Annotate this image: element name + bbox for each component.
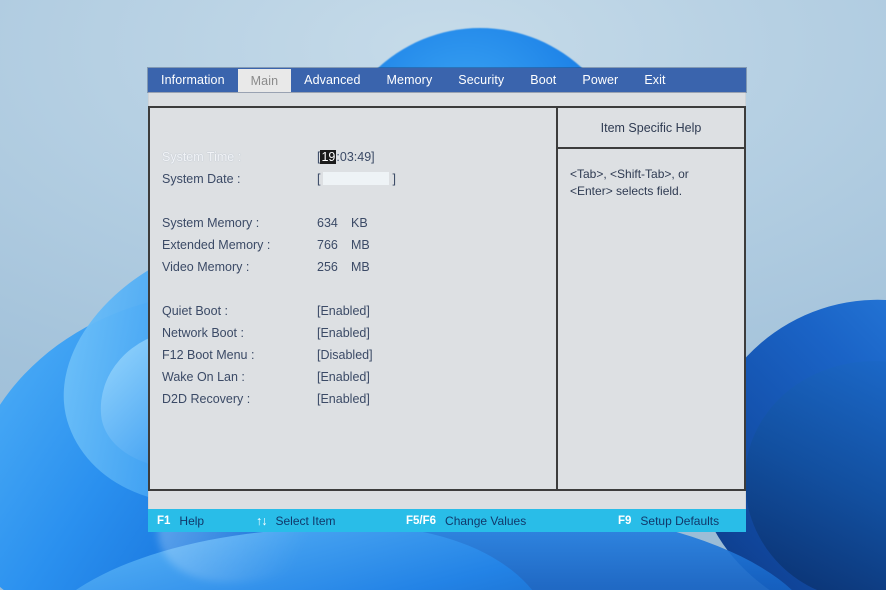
fkey-change-values-desc: Change Values [445, 513, 527, 528]
bios-menu-bar: Information Main Advanced Memory Securit… [148, 68, 746, 92]
row-f12-boot-menu-value[interactable]: [Disabled] [317, 348, 373, 362]
video-memory-unit: MB [351, 260, 370, 274]
row-d2d-recovery-value[interactable]: [Enabled] [317, 392, 370, 406]
row-system-memory-label: System Memory : [162, 216, 260, 230]
fkey-help-desc: Help [179, 513, 205, 528]
row-network-boot[interactable]: Network Boot : [Enabled] [150, 322, 556, 344]
tab-memory[interactable]: Memory [374, 68, 446, 92]
date-open-bracket: [ [317, 172, 321, 186]
wallpaper-ribbon-right-inner [733, 348, 886, 590]
fkey-change-values-key: F5/F6 [406, 514, 437, 527]
fkey-select-item[interactable]: ↑↓ Select Item [256, 509, 336, 532]
system-memory-number: 634 [317, 216, 338, 230]
tab-boot[interactable]: Boot [517, 68, 569, 92]
help-panel-body: <Tab>, <Shift-Tab>, or <Enter> selects f… [558, 149, 744, 200]
row-extended-memory-label: Extended Memory : [162, 238, 271, 252]
row-video-memory-value: 256 MB [317, 260, 370, 274]
row-f12-boot-menu[interactable]: F12 Boot Menu : [Disabled] [150, 344, 556, 366]
bios-setup-window: Information Main Advanced Memory Securit… [148, 68, 746, 532]
extended-memory-number: 766 [317, 238, 338, 252]
row-spacer-2 [150, 278, 556, 300]
help-line-1: <Tab>, <Shift-Tab>, or [570, 167, 689, 181]
row-quiet-boot[interactable]: Quiet Boot : [Enabled] [150, 300, 556, 322]
row-system-memory: System Memory : 634 KB [150, 212, 556, 234]
item-specific-help-panel: Item Specific Help <Tab>, <Shift-Tab>, o… [558, 108, 744, 489]
row-system-memory-value: 634 KB [317, 216, 368, 230]
row-video-memory: Video Memory : 256 MB [150, 256, 556, 278]
row-f12-boot-menu-label: F12 Boot Menu : [162, 348, 255, 362]
fkey-setup-defaults[interactable]: F9 Setup Defaults [618, 509, 719, 532]
tab-security[interactable]: Security [445, 68, 517, 92]
system-memory-unit: KB [351, 216, 368, 230]
extended-memory-unit: MB [351, 238, 370, 252]
row-system-date-value[interactable]: [] [317, 172, 396, 186]
row-wake-on-lan-value[interactable]: [Enabled] [317, 370, 370, 384]
row-wake-on-lan[interactable]: Wake On Lan : [Enabled] [150, 366, 556, 388]
help-panel-title: Item Specific Help [558, 108, 744, 149]
row-extended-memory-value: 766 MB [317, 238, 370, 252]
menu-bar-underspace [148, 92, 746, 106]
tab-power[interactable]: Power [569, 68, 631, 92]
row-network-boot-label: Network Boot : [162, 326, 244, 340]
tab-information[interactable]: Information [148, 68, 238, 92]
time-rest: :03:49 [336, 150, 372, 164]
fkey-change-values[interactable]: F5/F6 Change Values [406, 509, 526, 532]
row-quiet-boot-label: Quiet Boot : [162, 304, 229, 318]
tab-exit[interactable]: Exit [631, 68, 678, 92]
function-key-bar: F1 Help ↑↓ Select Item F5/F6 Change Valu… [148, 509, 746, 532]
row-video-memory-label: Video Memory : [162, 260, 250, 274]
row-system-time[interactable]: System Time : [19:03:49] [150, 146, 556, 168]
time-close-bracket: ] [371, 150, 375, 164]
date-close-bracket: ] [392, 172, 396, 186]
row-wake-on-lan-label: Wake On Lan : [162, 370, 245, 384]
row-quiet-boot-value[interactable]: [Enabled] [317, 304, 370, 318]
row-system-time-label: System Time : [162, 150, 242, 164]
time-hour-highlighted[interactable]: 19 [320, 150, 337, 164]
up-down-arrows-icon: ↑↓ [256, 513, 267, 528]
fkey-setup-defaults-key: F9 [618, 514, 632, 527]
fkey-setup-defaults-desc: Setup Defaults [640, 513, 720, 528]
row-system-time-value[interactable]: [19:03:49] [317, 150, 375, 164]
row-d2d-recovery-label: D2D Recovery : [162, 392, 251, 406]
help-line-2: <Enter> selects field. [570, 184, 683, 198]
date-input-blank[interactable] [323, 172, 390, 185]
settings-list: System Time : [19:03:49] System Date : [… [150, 108, 556, 489]
fkey-help[interactable]: F1 Help [157, 509, 204, 532]
fkey-help-key: F1 [157, 514, 171, 527]
row-network-boot-value[interactable]: [Enabled] [317, 326, 370, 340]
row-extended-memory: Extended Memory : 766 MB [150, 234, 556, 256]
row-system-date[interactable]: System Date : [] [150, 168, 556, 190]
bios-content-panel: System Time : [19:03:49] System Date : [… [148, 106, 746, 491]
row-d2d-recovery[interactable]: D2D Recovery : [Enabled] [150, 388, 556, 410]
row-spacer-1 [150, 190, 556, 212]
video-memory-number: 256 [317, 260, 338, 274]
row-system-date-label: System Date : [162, 172, 241, 186]
tab-advanced[interactable]: Advanced [291, 68, 373, 92]
fkey-select-item-desc: Select Item [275, 513, 336, 528]
tab-main[interactable]: Main [237, 69, 292, 92]
